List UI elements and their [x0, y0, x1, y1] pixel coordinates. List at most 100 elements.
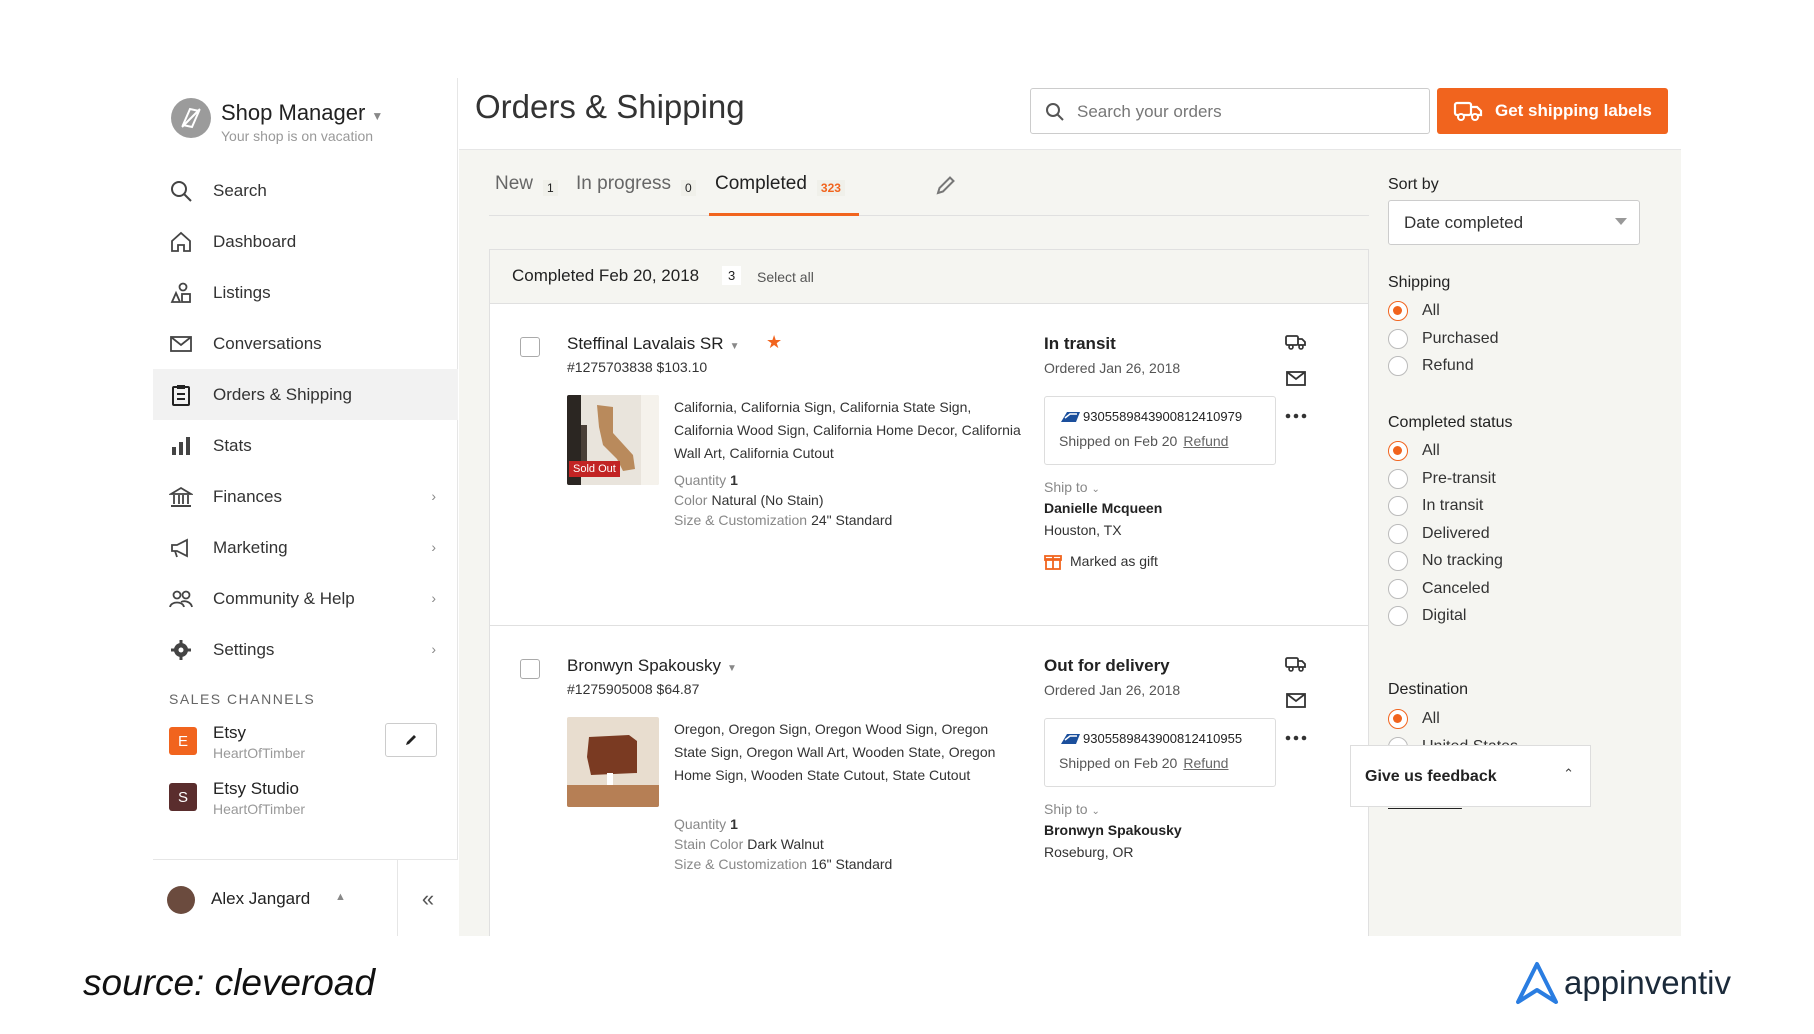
feedback-panel[interactable]: Give us feedback ⌃	[1350, 745, 1591, 807]
sidebar-item-listings[interactable]: Listings	[153, 267, 458, 318]
sidebar-item-settings[interactable]: Settings ›	[153, 624, 458, 675]
ship-to-toggle[interactable]: Ship to ⌄	[1044, 479, 1100, 495]
sidebar-item-label: Community & Help	[213, 588, 355, 608]
sidebar-item-search[interactable]: Search	[153, 165, 458, 216]
etsy-badge: E	[169, 727, 197, 755]
get-shipping-labels-button[interactable]: Get shipping labels	[1437, 88, 1668, 134]
collapse-sidebar-button[interactable]: «	[397, 860, 458, 936]
radio-label: No tracking	[1422, 552, 1503, 569]
shipped-date: Shipped on Feb 20	[1059, 433, 1178, 449]
refund-link[interactable]: Refund	[1183, 755, 1228, 771]
order-actions	[1284, 330, 1314, 441]
chevron-up-icon: ▲	[335, 891, 346, 903]
message-icon[interactable]	[1284, 689, 1308, 713]
order-tabs: New 1 In progress 0 Completed 323	[489, 170, 1369, 216]
sidebar-item-community-help[interactable]: Community & Help ›	[153, 573, 458, 624]
status-radio-in-transit[interactable]: In transit	[1388, 495, 1483, 517]
attr-stain-color: Stain Color Dark Walnut	[674, 836, 824, 852]
shipped-date: Shipped on Feb 20	[1059, 755, 1178, 771]
buyer-name[interactable]: Steffinal Lavalais SR	[567, 334, 724, 353]
sidebar-item-dashboard[interactable]: Dashboard	[153, 216, 458, 267]
sort-select[interactable]: Date completed	[1388, 200, 1640, 245]
edit-tabs-button[interactable]	[935, 174, 957, 201]
listing-title[interactable]: California, California Sign, California …	[674, 396, 1024, 465]
status-radio-all[interactable]: All	[1388, 440, 1440, 462]
channel-name: Etsy	[213, 723, 247, 742]
etsy-studio-badge: S	[169, 783, 197, 811]
appinventiv-logo-icon	[1516, 962, 1558, 1004]
chevron-down-icon: ▼	[727, 663, 737, 674]
sort-value: Date completed	[1404, 213, 1524, 232]
channel-etsy[interactable]: E Etsy HeartOfTimber	[169, 721, 449, 765]
tab-label: New	[495, 173, 534, 194]
refund-link[interactable]: Refund	[1183, 433, 1228, 449]
gift-label: Marked as gift	[1070, 553, 1158, 569]
radio-label: Pre-transit	[1422, 469, 1496, 487]
select-all-link[interactable]: Select all	[757, 269, 814, 285]
status-radio-pre-transit[interactable]: Pre-transit	[1388, 468, 1496, 490]
tab-in-progress[interactable]: In progress 0	[576, 170, 696, 216]
sidebar-item-orders-shipping[interactable]: Orders & Shipping	[153, 369, 458, 420]
tracking-number[interactable]: 9305589843900812410955	[1083, 731, 1242, 746]
chevron-right-icon: ›	[431, 590, 436, 606]
more-icon[interactable]	[1284, 726, 1308, 750]
star-icon[interactable]: ★	[766, 332, 782, 353]
tracking-card: 9305589843900812410955 Shipped on Feb 20…	[1044, 718, 1276, 787]
home-icon	[171, 231, 191, 252]
sidebar-item-marketing[interactable]: Marketing ›	[153, 522, 458, 573]
search-input[interactable]	[1077, 99, 1417, 125]
shipping-radio-refund[interactable]: Refund	[1388, 355, 1474, 377]
chevron-right-icon: ›	[431, 641, 436, 657]
radio-label: Purchased	[1422, 329, 1499, 347]
order-checkbox[interactable]	[520, 337, 540, 357]
status-radio-delivered[interactable]: Delivered	[1388, 523, 1490, 545]
edit-channel-button[interactable]	[385, 723, 437, 757]
chevron-up-icon: ⌃	[1563, 766, 1574, 781]
attr-size: Size & Customization 24" Standard	[674, 512, 892, 528]
radio-label: Digital	[1422, 607, 1467, 624]
shipping-radio-purchased[interactable]: Purchased	[1388, 328, 1499, 350]
listing-thumbnail[interactable]	[567, 717, 659, 807]
user-menu[interactable]: Alex Jangard ▲ «	[153, 859, 458, 936]
status-radio-canceled[interactable]: Canceled	[1388, 578, 1490, 600]
listing-title[interactable]: Oregon, Oregon Sign, Oregon Wood Sign, O…	[674, 718, 1024, 787]
more-icon[interactable]	[1284, 404, 1308, 428]
message-icon[interactable]	[1284, 367, 1308, 391]
status-radio-digital[interactable]: Digital	[1388, 605, 1466, 627]
chevron-down-icon: ▼	[729, 341, 740, 352]
attr-value: 1	[730, 816, 738, 832]
attr-color: Color Natural (No Stain)	[674, 492, 824, 508]
truck-icon[interactable]	[1284, 330, 1308, 354]
sidebar-item-label: Stats	[213, 435, 252, 455]
ship-to-label: Ship to	[1044, 801, 1088, 817]
sidebar-item-conversations[interactable]: Conversations	[153, 318, 458, 369]
shipping-radio-all[interactable]: All	[1388, 300, 1440, 322]
tab-label: In progress	[576, 173, 672, 194]
shipping-labels-label: Get shipping labels	[1495, 101, 1652, 120]
truck-icon[interactable]	[1284, 652, 1308, 676]
order-checkbox[interactable]	[520, 659, 540, 679]
order-meta: #1275703838 $103.10	[567, 359, 708, 375]
shop-manager-header[interactable]: Shop Manager ▼ Your shop is on vacation	[161, 98, 451, 154]
ship-to-toggle[interactable]: Ship to ⌄	[1044, 801, 1100, 817]
radio-dot	[1388, 709, 1408, 729]
attr-key: Size & Customization	[674, 512, 808, 528]
status-radio-no-tracking[interactable]: No tracking	[1388, 550, 1503, 572]
buyer-name[interactable]: Bronwyn Spakousky	[567, 656, 721, 675]
page-title: Orders & Shipping	[475, 88, 745, 125]
listing-thumbnail[interactable]: Sold Out	[567, 395, 659, 485]
tab-completed[interactable]: Completed 323	[709, 170, 859, 216]
tab-new[interactable]: New 1	[495, 170, 558, 216]
sidebar-item-finances[interactable]: Finances ›	[153, 471, 458, 522]
order-row: Bronwyn Spakousky ▼ #1275905008 $64.87 Or…	[490, 626, 1368, 936]
search-box[interactable]	[1030, 88, 1430, 134]
attr-quantity: Quantity 1	[674, 472, 738, 488]
sidebar-nav: Search Dashboard Listings Conversations Orde…	[153, 165, 458, 675]
channel-etsy-studio[interactable]: S Etsy Studio HeartOfTimber	[169, 777, 449, 821]
destination-radio-all[interactable]: All	[1388, 708, 1440, 730]
sidebar-item-stats[interactable]: Stats	[153, 420, 458, 471]
shop-title: Shop Manager	[221, 100, 366, 125]
radio-dot	[1388, 441, 1408, 461]
channel-name: Etsy Studio	[213, 779, 299, 798]
tracking-number[interactable]: 9305589843900812410979	[1083, 409, 1242, 424]
